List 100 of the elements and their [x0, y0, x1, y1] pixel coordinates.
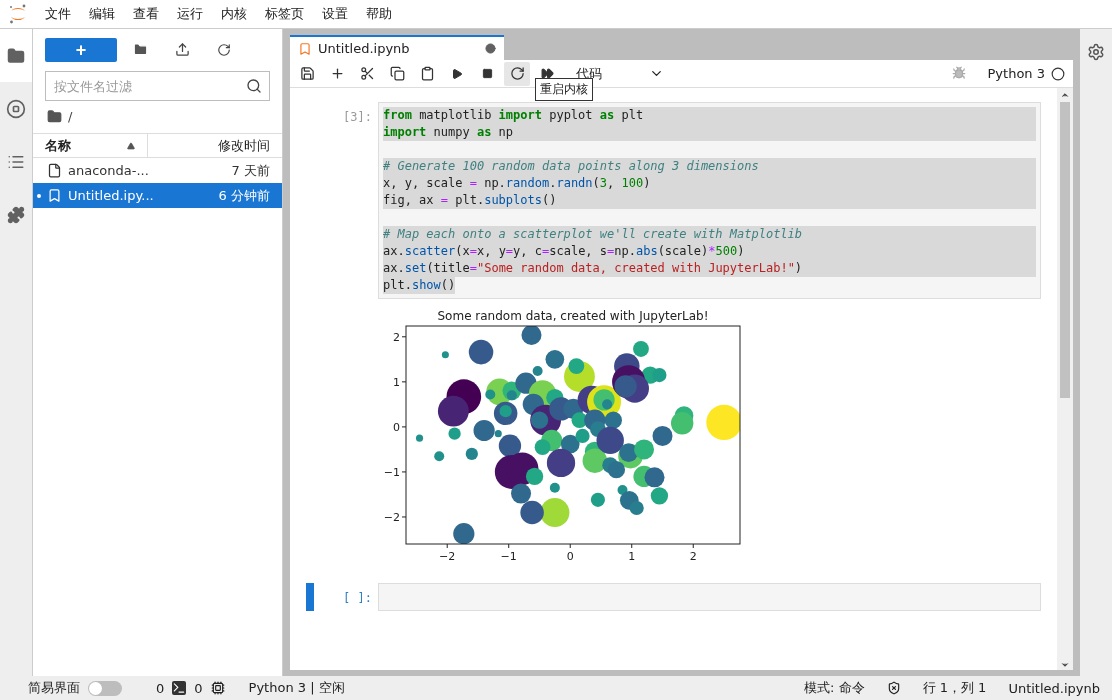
tick-label: 2	[393, 330, 400, 344]
file-name: Untitled.ipynb	[1008, 680, 1100, 696]
notebook-tab[interactable]: Untitled.ipynb	[290, 35, 504, 60]
sidebar-tab[interactable]	[0, 29, 32, 82]
cell-prompt: [3]:	[342, 109, 373, 124]
new-launcher-button[interactable]: +	[45, 37, 117, 62]
column-header[interactable]: 名称	[33, 134, 147, 157]
tick-mark	[446, 543, 448, 549]
breadcrumb-path[interactable]: /	[68, 108, 73, 124]
tick-label: 2	[689, 550, 697, 563]
file-modified: 7 天前	[231, 161, 270, 180]
fast-forward-icon	[540, 67, 554, 80]
notebook-icon	[298, 41, 312, 56]
kernel-status[interactable]: Python 3 | 空闲	[248, 679, 345, 697]
scrollbar[interactable]	[1057, 88, 1073, 670]
tick-mark	[401, 471, 407, 473]
scissors-icon	[359, 66, 375, 81]
tick-label: 1	[628, 550, 636, 563]
data-point	[549, 482, 560, 493]
menu-item[interactable]: 查看	[124, 5, 168, 23]
chip-icon[interactable]	[210, 681, 225, 695]
data-point	[441, 351, 449, 359]
save-icon	[299, 66, 315, 81]
tick-mark	[401, 381, 407, 383]
data-point	[634, 439, 655, 460]
menu-item[interactable]: 编辑	[80, 5, 124, 23]
tick-label: 1	[393, 375, 400, 389]
play-icon	[451, 67, 463, 80]
bug-icon	[951, 66, 966, 80]
restart-button[interactable]	[504, 61, 530, 86]
tick-mark	[631, 543, 633, 549]
data-point	[590, 492, 605, 507]
simple-mode-toggle[interactable]	[88, 680, 122, 696]
file-icon	[47, 163, 62, 178]
tick-label: 0	[393, 420, 400, 434]
data-point	[416, 434, 424, 442]
data-point	[629, 500, 644, 516]
terminal-count: 0	[156, 680, 165, 696]
chart-title: Some random data, created with JupyterLab!	[437, 309, 709, 323]
tick-mark	[401, 516, 407, 518]
stop-icon	[6, 98, 26, 119]
kernel-name[interactable]: Python 3	[987, 66, 1045, 81]
file-row[interactable]: anaconda-... 7 天前	[33, 158, 282, 183]
data-point	[671, 412, 694, 435]
data-point	[453, 523, 475, 544]
copy-icon	[389, 66, 405, 81]
folder-plus-icon	[132, 42, 148, 57]
data-point	[434, 451, 445, 462]
data-point	[468, 339, 494, 365]
stop-icon	[481, 68, 493, 79]
folder-icon	[47, 108, 62, 124]
column-header[interactable]: 修改时间	[147, 134, 282, 157]
tick-label: −2	[439, 550, 456, 563]
terminal-icon[interactable]	[172, 681, 187, 695]
tick-label: 0	[566, 550, 574, 563]
menu-item[interactable]: 标签页	[256, 5, 313, 23]
menu-item[interactable]: 设置	[313, 5, 357, 23]
mode-indicator: 模式: 命令	[804, 679, 865, 697]
data-point	[652, 425, 673, 446]
tooltip: 重启内核	[535, 78, 593, 101]
tick-mark	[692, 543, 694, 549]
file-name: Untitled.ipy...	[68, 188, 155, 203]
scroll-down-icon	[1060, 660, 1070, 670]
scroll-up-icon	[1060, 90, 1070, 100]
code-input[interactable]	[378, 583, 1041, 611]
menu-item[interactable]: 文件	[36, 5, 80, 23]
data-point	[652, 368, 667, 383]
tick-mark	[569, 543, 571, 549]
tick-mark	[508, 543, 510, 549]
folder-icon	[7, 46, 25, 65]
search-icon	[246, 78, 262, 94]
kernel-count: 0	[194, 680, 203, 696]
logo-icon	[8, 3, 28, 25]
menu-item[interactable]: 帮助	[357, 5, 401, 23]
data-point	[465, 447, 478, 461]
tick-mark	[401, 426, 407, 428]
data-point	[521, 326, 542, 345]
settings-icon[interactable]	[1087, 43, 1105, 61]
tick-mark	[401, 336, 407, 338]
data-point	[644, 467, 665, 488]
notebook-icon	[47, 188, 62, 203]
shield-icon[interactable]	[886, 681, 901, 695]
file-modified: 6 分钟前	[218, 186, 270, 205]
restart-icon	[509, 66, 525, 81]
menu-item[interactable]: 内核	[212, 5, 256, 23]
filter-field[interactable]: 按文件名过滤	[45, 71, 270, 101]
code-input[interactable]	[378, 102, 1041, 299]
refresh-icon	[217, 42, 231, 57]
menu-item[interactable]: 运行	[168, 5, 212, 23]
upload-icon	[174, 42, 190, 57]
data-point	[706, 404, 740, 441]
simple-mode-label: 简易界面	[28, 679, 80, 697]
tick-label: −1	[383, 465, 400, 479]
data-point	[520, 500, 544, 525]
cursor-position[interactable]: 行 1，列 1	[922, 679, 987, 697]
cell-prompt: [ ]:	[342, 590, 373, 605]
plus-icon	[329, 66, 345, 81]
data-point	[540, 497, 570, 528]
tick-label: −2	[383, 511, 400, 524]
file-row[interactable]: Untitled.ipy... 6 分钟前	[33, 183, 282, 208]
